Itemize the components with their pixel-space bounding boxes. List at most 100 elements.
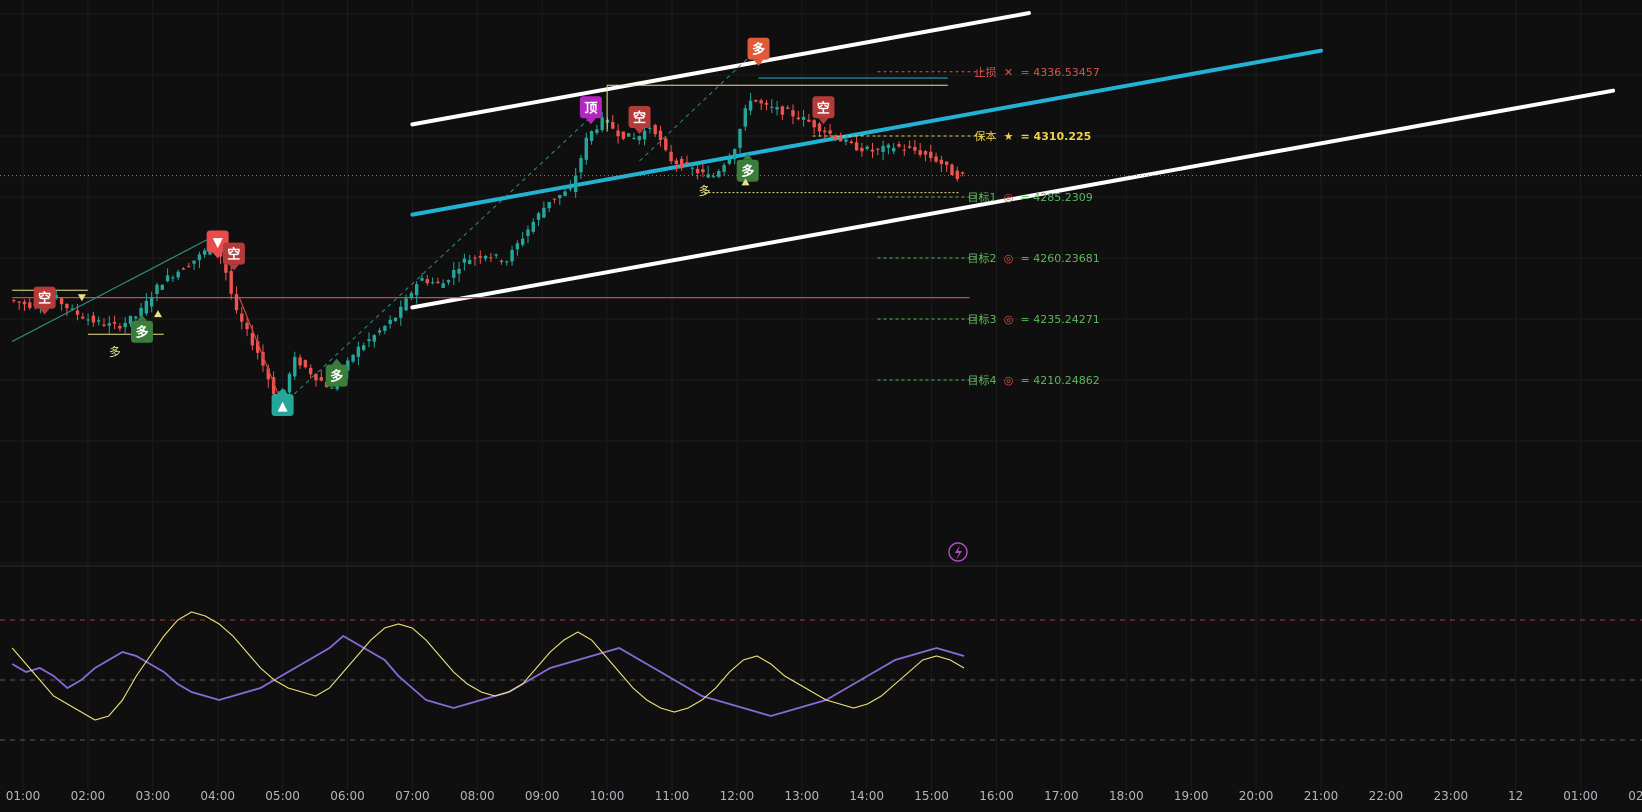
candle xyxy=(547,201,551,213)
candle-body xyxy=(764,102,769,105)
candle-body xyxy=(144,300,149,314)
candle-body xyxy=(658,130,663,140)
candle-body xyxy=(584,137,588,160)
candle xyxy=(197,251,202,269)
candle xyxy=(393,317,398,323)
candle-body xyxy=(918,150,922,155)
candle xyxy=(478,250,482,264)
candle-body xyxy=(510,249,514,262)
candle-body xyxy=(939,159,944,164)
candle xyxy=(499,259,504,265)
candle xyxy=(611,114,615,130)
signal-short-badge: 空 xyxy=(33,286,56,315)
candle xyxy=(579,154,583,179)
candle-body xyxy=(489,257,493,259)
candle-body xyxy=(950,164,954,176)
x-tick-label: 02:00 xyxy=(71,789,106,803)
trend-line-dashed xyxy=(282,116,592,406)
candle-body xyxy=(536,213,541,220)
candle-body xyxy=(955,170,959,180)
candle-body xyxy=(176,271,180,278)
up-triangle-icon xyxy=(153,310,162,318)
trading-chart[interactable]: 止损 ✕ = 4336.53457 保本 ★ = 4310.225 目标1 ◎ = 4285.2… xyxy=(0,0,1642,812)
candle-body xyxy=(377,330,382,333)
candle-body xyxy=(807,119,811,122)
candle-body xyxy=(823,130,827,133)
candle-body xyxy=(473,257,477,259)
candle xyxy=(653,123,657,138)
candle-body xyxy=(579,157,583,173)
candle xyxy=(849,139,853,145)
x-tick-label: 09:00 xyxy=(525,789,560,803)
candle xyxy=(732,148,737,165)
x-tick-label: 08:00 xyxy=(460,789,495,803)
candle xyxy=(939,155,944,172)
candle-body xyxy=(240,313,244,322)
candle-body xyxy=(165,275,170,282)
candle-body xyxy=(801,116,806,120)
candle-body xyxy=(849,141,853,144)
candle-body xyxy=(907,146,912,148)
candle-body xyxy=(250,333,255,346)
candle-body xyxy=(865,146,869,149)
candle-body xyxy=(664,138,668,151)
badge-text: 空 xyxy=(633,110,646,126)
candle xyxy=(902,144,906,156)
candle xyxy=(870,142,875,159)
candle-body xyxy=(441,283,445,288)
level-value: = 4235.24271 xyxy=(1021,313,1100,326)
candle-body xyxy=(303,360,308,368)
candle xyxy=(91,311,96,327)
candle xyxy=(944,161,949,173)
badge-pointer xyxy=(228,264,239,271)
candle-body xyxy=(738,129,742,148)
candle xyxy=(780,105,785,121)
candle-body xyxy=(775,107,779,110)
candle xyxy=(823,126,827,140)
candle-body xyxy=(467,260,472,265)
candle xyxy=(12,299,16,303)
level-value: = 4285.2309 xyxy=(1021,191,1093,204)
candle-body xyxy=(648,127,652,129)
oscillator-pane xyxy=(0,611,1642,741)
candle xyxy=(626,133,631,137)
candle-body xyxy=(568,188,573,190)
candle-body xyxy=(552,198,557,200)
candle-body xyxy=(155,284,159,294)
candle xyxy=(383,324,387,335)
candle xyxy=(367,332,371,348)
candle xyxy=(573,167,578,198)
candle xyxy=(202,248,207,258)
candle xyxy=(298,354,302,369)
badge-text: 顶 xyxy=(584,101,597,116)
candle-body xyxy=(934,156,938,162)
candle-body xyxy=(483,255,488,259)
candle-body xyxy=(293,356,297,377)
candle xyxy=(181,267,186,270)
candle xyxy=(436,277,440,284)
candle xyxy=(706,165,710,179)
candle xyxy=(457,261,461,283)
candle xyxy=(801,110,806,127)
chart-svg: 止损 ✕ = 4336.53457 保本 ★ = 4310.225 目标1 ◎ = 4285.2… xyxy=(0,0,1642,803)
signal-top-badge: 顶 xyxy=(579,96,602,125)
candle-body xyxy=(891,147,896,152)
badge-pointer xyxy=(136,314,147,321)
candle-body xyxy=(717,171,721,177)
level-label: 目标4 xyxy=(968,373,997,387)
badge-text: 空 xyxy=(38,291,51,307)
candle xyxy=(918,143,922,158)
candle xyxy=(361,342,366,352)
candle-body xyxy=(542,207,546,218)
x-tick-label: 17:00 xyxy=(1044,789,1079,803)
x-tick-label: 01:00 xyxy=(6,789,41,803)
candle-body xyxy=(123,322,127,328)
candle xyxy=(664,136,668,152)
candle-body xyxy=(526,229,530,236)
candle xyxy=(192,260,196,271)
candle xyxy=(584,132,588,165)
candle-body xyxy=(356,346,361,357)
x-tick-label: 07:00 xyxy=(395,789,430,803)
candle xyxy=(552,198,557,204)
side-label: 多 xyxy=(698,184,710,198)
